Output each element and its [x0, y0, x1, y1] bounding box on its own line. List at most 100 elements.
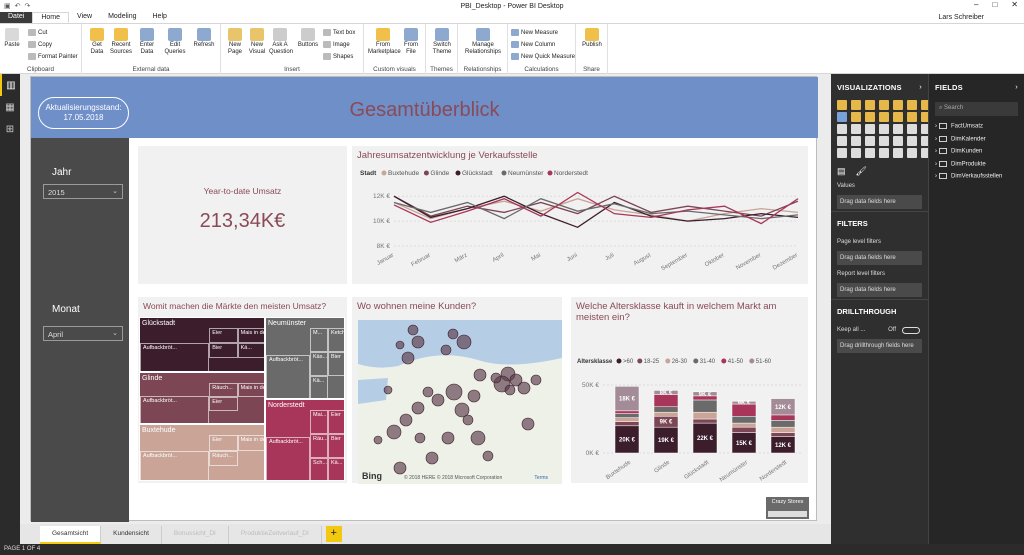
visual-type-icon[interactable] — [851, 100, 861, 110]
kpi-card[interactable]: Year-to-date Umsatz 213,34K€ — [138, 146, 347, 284]
manage-relationships-button[interactable]: Manage Relationships — [460, 28, 506, 56]
visual-type-icon[interactable] — [851, 112, 861, 122]
get-data-button[interactable]: Get Data — [86, 28, 108, 56]
visual-type-icon[interactable] — [893, 148, 903, 158]
map-visual[interactable]: Wo wohnen meine Kunden? Bing © 2018 HERE… — [352, 297, 562, 484]
visual-type-icon[interactable] — [865, 112, 875, 122]
chevron-right-icon[interactable]: › — [919, 82, 922, 91]
treemap-item[interactable]: Aufbackbröt... — [140, 342, 210, 371]
visual-type-icon[interactable] — [879, 136, 889, 146]
visual-type-icon[interactable] — [893, 112, 903, 122]
new-visual-button[interactable]: New Visual — [247, 28, 267, 56]
page-tab-kundensicht[interactable]: Kundensicht — [101, 526, 162, 544]
recent-sources-button[interactable]: Recent Sources — [110, 28, 132, 56]
tab-modeling[interactable]: Modeling — [100, 12, 144, 23]
treemap-item[interactable]: Aufbackbröt... — [266, 354, 310, 398]
visual-type-icon[interactable] — [893, 100, 903, 110]
drillthrough-drop[interactable]: Drag drillthrough fields here — [837, 339, 922, 353]
treemap-item[interactable]: Bier — [328, 434, 344, 458]
chevron-right-icon[interactable]: › — [1015, 82, 1018, 91]
minimize-icon[interactable]: – — [974, 0, 978, 9]
visual-type-icon[interactable] — [837, 100, 847, 110]
copy-button[interactable]: Copy — [28, 41, 52, 48]
new-quick-measure-button[interactable]: New Quick Measure — [511, 53, 575, 60]
treemap-item[interactable]: Mais in der D... — [237, 383, 264, 397]
visual-type-icon[interactable] — [865, 100, 875, 110]
field-table[interactable]: › DimVerkaufsstellen — [929, 170, 1024, 183]
visual-type-icon[interactable] — [851, 148, 861, 158]
jahr-slicer[interactable]: 2015 ⌄ — [43, 184, 123, 199]
page-filters-drop[interactable]: Drag data fields here — [837, 251, 922, 265]
treemap-group[interactable]: Neumünster Aufbackbröt...M...KetchupKäs..… — [265, 317, 345, 399]
treemap-item[interactable]: Kä... — [328, 458, 344, 480]
line-chart-visual[interactable]: Jahresumsatzentwicklung je Verkaufsstell… — [352, 146, 808, 284]
text-box-button[interactable]: Text box — [323, 29, 355, 36]
maximize-icon[interactable]: □ — [992, 0, 997, 9]
expand-icon[interactable]: › — [935, 149, 937, 155]
new-page-button[interactable]: New Page — [225, 28, 245, 56]
shapes-button[interactable]: Shapes — [323, 53, 353, 60]
treemap-item[interactable]: Aufbackbröt... — [140, 396, 210, 423]
tab-help[interactable]: Help — [145, 12, 175, 23]
values-drop-zone[interactable]: Drag data fields here — [837, 195, 922, 209]
tab-file[interactable]: Datei — [0, 12, 33, 23]
visual-type-icon[interactable] — [851, 136, 861, 146]
from-marketplace-button[interactable]: From Marketplace — [368, 28, 401, 56]
treemap-item[interactable]: Kä... — [310, 376, 328, 398]
cut-button[interactable]: Cut — [28, 29, 47, 36]
visual-type-icon[interactable] — [907, 100, 917, 110]
treemap-visual[interactable]: Womit machen die Märkte den meisten Umsa… — [138, 297, 347, 483]
visual-type-icon[interactable] — [865, 148, 875, 158]
format-painter-button[interactable]: Format Painter — [28, 53, 78, 60]
map-terms-link[interactable]: Terms — [534, 475, 548, 481]
page-tab-produkte[interactable]: ProduktieZeitverlauf_DI — [229, 526, 322, 544]
treemap-item[interactable]: M... — [310, 328, 328, 352]
visual-type-icon[interactable] — [893, 124, 903, 134]
page-tab-gesamtsicht[interactable]: Gesamtsicht — [40, 526, 102, 544]
tab-home[interactable]: Home — [32, 12, 70, 23]
model-view-icon[interactable]: ⊞ — [0, 118, 20, 140]
treemap-item[interactable]: Bier — [209, 343, 238, 358]
visual-type-icon[interactable] — [865, 136, 875, 146]
data-view-icon[interactable]: ▦ — [0, 96, 20, 118]
treemap-item[interactable]: Bier — [328, 352, 344, 376]
visual-type-icon[interactable] — [851, 124, 861, 134]
switch-theme-button[interactable]: Switch Theme — [428, 28, 456, 56]
expand-icon[interactable]: › — [935, 161, 937, 167]
field-table[interactable]: › FactUmsatz — [929, 120, 1024, 133]
fields-tab-icon[interactable]: ▤ — [837, 166, 846, 177]
treemap-item[interactable]: Mai... — [310, 410, 328, 434]
visual-type-icon[interactable] — [893, 136, 903, 146]
from-file-button[interactable]: From File — [400, 28, 422, 56]
ask-question-button[interactable]: Ask A Question — [269, 28, 293, 56]
tab-view[interactable]: View — [69, 12, 100, 23]
treemap-item[interactable]: Mais in der D... — [237, 328, 264, 343]
treemap-item[interactable]: Eier — [328, 410, 344, 434]
visual-type-icon[interactable] — [865, 124, 875, 134]
paste-button[interactable]: Paste — [4, 28, 20, 49]
visual-type-icon[interactable] — [879, 112, 889, 122]
format-tab-icon[interactable]: 🖌 — [856, 166, 867, 177]
expand-icon[interactable]: › — [935, 136, 937, 142]
report-view-icon[interactable]: ▥ — [0, 74, 20, 96]
visual-type-icon[interactable] — [879, 124, 889, 134]
monat-slicer[interactable]: April ⌄ — [43, 326, 123, 341]
field-table[interactable]: › DimKalender — [929, 133, 1024, 146]
report-filters-drop[interactable]: Drag data fields here — [837, 283, 922, 297]
visual-type-icon[interactable] — [907, 148, 917, 158]
field-table[interactable]: › DimProdukte — [929, 158, 1024, 171]
publish-button[interactable]: Publish — [579, 28, 605, 49]
expand-icon[interactable]: › — [935, 174, 937, 180]
treemap-item[interactable]: Räuch... — [209, 383, 238, 397]
buttons-button[interactable]: Buttons — [295, 28, 321, 49]
refresh-button[interactable]: Refresh — [192, 28, 216, 49]
field-table[interactable]: › DimKunden — [929, 145, 1024, 158]
treemap-group[interactable]: Buxtehude Aufbackbröt...EierMais in der D… — [139, 424, 265, 481]
map[interactable]: Bing © 2018 HERE © 2018 Microsoft Corpor… — [358, 320, 562, 484]
treemap-item[interactable]: Kä... — [237, 343, 264, 358]
visual-type-icon[interactable] — [837, 148, 847, 158]
fields-search-input[interactable]: ⌕ Search — [935, 102, 1018, 116]
treemap-group[interactable]: Glinde Aufbackbröt...Räuch...Mais in der … — [139, 372, 265, 424]
enter-data-button[interactable]: Enter Data — [137, 28, 157, 56]
treemap-item[interactable]: Käs... — [310, 352, 328, 376]
